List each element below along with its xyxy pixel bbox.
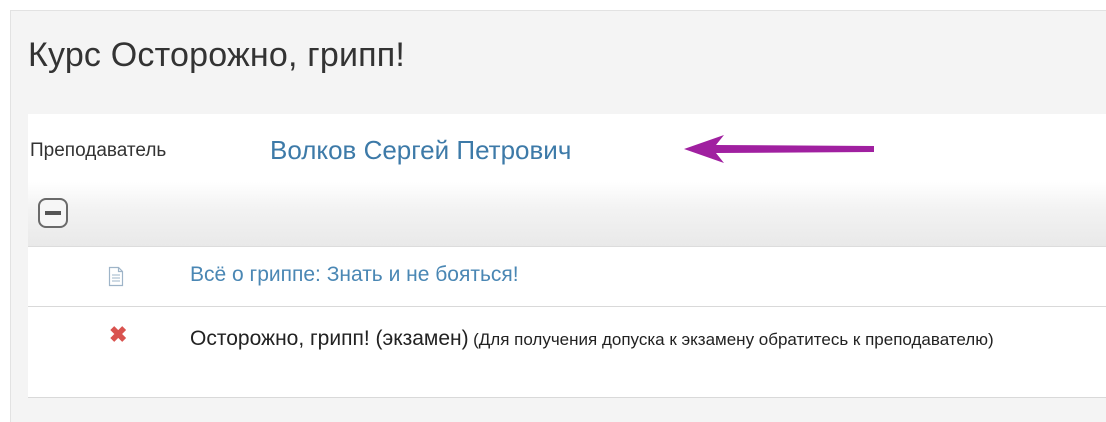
list-item: ✖ Осторожно, грипп! (экзамен) (Для получ… xyxy=(28,307,1106,398)
activity-text: Осторожно, грипп! (экзамен) (Для получен… xyxy=(190,325,1090,354)
collapse-minus-icon[interactable] xyxy=(38,198,68,228)
activity-link[interactable]: Всё о гриппе: Знать и не бояться! xyxy=(190,263,519,287)
teacher-row: Преподаватель Волков Сергей Петрович xyxy=(28,114,1106,182)
activity-list: Всё о гриппе: Знать и не бояться! ✖ Осто… xyxy=(28,247,1106,398)
activity-title: Осторожно, грипп! (экзамен) xyxy=(190,327,469,350)
annotation-arrow-icon xyxy=(684,135,874,163)
activity-note: (Для получения допуска к экзамену обрати… xyxy=(473,330,994,349)
teacher-label: Преподаватель xyxy=(30,140,167,161)
page-icon xyxy=(108,266,124,287)
teacher-name-link[interactable]: Волков Сергей Петрович xyxy=(270,135,571,166)
section-header xyxy=(28,182,1106,247)
close-icon: ✖ xyxy=(109,322,128,347)
list-item: Всё о гриппе: Знать и не бояться! xyxy=(28,247,1106,307)
page-title: Курс Осторожно, грипп! xyxy=(28,36,406,74)
